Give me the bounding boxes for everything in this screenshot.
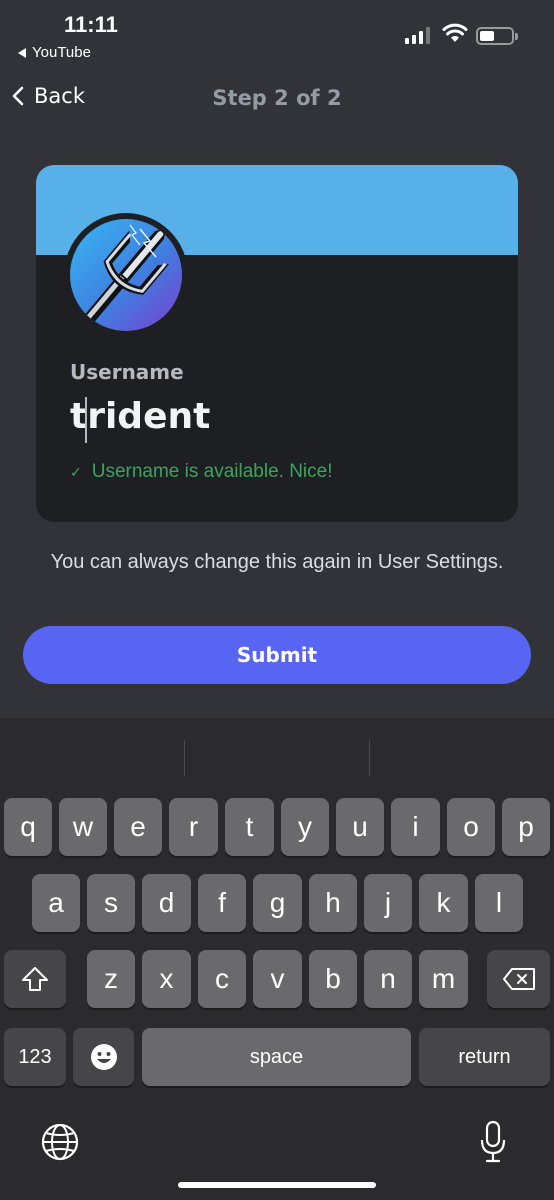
- key-w[interactable]: w: [59, 798, 107, 856]
- space-key[interactable]: space: [142, 1028, 411, 1086]
- shift-key[interactable]: [4, 950, 66, 1008]
- trident-avatar-icon: [70, 219, 182, 331]
- keyboard: q w e r t y u i o p a s d f g h j k l z …: [0, 718, 554, 1200]
- availability-text: Username is available. Nice!: [91, 461, 333, 482]
- key-p[interactable]: p: [502, 798, 550, 856]
- key-o[interactable]: o: [447, 798, 495, 856]
- status-bar: 11:11 YouTube: [0, 0, 554, 70]
- key-g[interactable]: g: [253, 874, 302, 932]
- availability-message: ✓ Username is available. Nice!: [70, 461, 333, 483]
- key-z[interactable]: z: [87, 950, 135, 1008]
- key-q[interactable]: q: [4, 798, 52, 856]
- suggestion-divider: [184, 740, 185, 776]
- key-i[interactable]: i: [391, 798, 440, 856]
- back-to-app-link[interactable]: YouTube: [18, 44, 91, 61]
- key-n[interactable]: n: [364, 950, 412, 1008]
- back-app-label: YouTube: [32, 44, 91, 61]
- key-u[interactable]: u: [336, 798, 384, 856]
- return-key[interactable]: return: [419, 1028, 550, 1086]
- key-m[interactable]: m: [419, 950, 468, 1008]
- key-j[interactable]: j: [364, 874, 412, 932]
- emoji-icon: [90, 1044, 117, 1070]
- shift-icon: [22, 967, 48, 991]
- key-a[interactable]: a: [32, 874, 80, 932]
- text-caret: [85, 397, 87, 443]
- key-l[interactable]: l: [475, 874, 523, 932]
- key-c[interactable]: c: [198, 950, 246, 1008]
- emoji-key[interactable]: [73, 1028, 134, 1086]
- numbers-key[interactable]: 123: [4, 1028, 66, 1086]
- suggestion-divider: [369, 740, 370, 776]
- submit-button[interactable]: Submit: [23, 626, 531, 684]
- cellular-signal-icon: [405, 26, 430, 44]
- key-b[interactable]: b: [309, 950, 357, 1008]
- back-triangle-icon: [18, 47, 26, 58]
- backspace-icon: [502, 968, 535, 990]
- key-s[interactable]: s: [87, 874, 135, 932]
- backspace-key[interactable]: [487, 950, 550, 1008]
- key-r[interactable]: r: [169, 798, 218, 856]
- username-label: Username: [70, 360, 184, 384]
- microphone-icon[interactable]: [480, 1120, 506, 1164]
- key-e[interactable]: e: [114, 798, 162, 856]
- battery-icon: [476, 27, 518, 45]
- check-icon: ✓: [70, 463, 82, 480]
- settings-note: You can always change this again in User…: [50, 551, 504, 573]
- key-f[interactable]: f: [198, 874, 246, 932]
- key-h[interactable]: h: [309, 874, 357, 932]
- key-k[interactable]: k: [419, 874, 468, 932]
- key-x[interactable]: x: [142, 950, 191, 1008]
- key-t[interactable]: t: [225, 798, 274, 856]
- clock: 11:11: [64, 12, 118, 37]
- key-v[interactable]: v: [253, 950, 302, 1008]
- key-d[interactable]: d: [142, 874, 191, 932]
- home-indicator[interactable]: [178, 1182, 376, 1188]
- avatar: [64, 213, 188, 337]
- username-input[interactable]: [70, 391, 490, 441]
- profile-card: Username ✓ Username is available. Nice!: [36, 165, 518, 522]
- wifi-icon: [442, 23, 468, 42]
- globe-icon[interactable]: [40, 1122, 80, 1162]
- step-indicator: Step 2 of 2: [212, 86, 342, 110]
- key-y[interactable]: y: [281, 798, 329, 856]
